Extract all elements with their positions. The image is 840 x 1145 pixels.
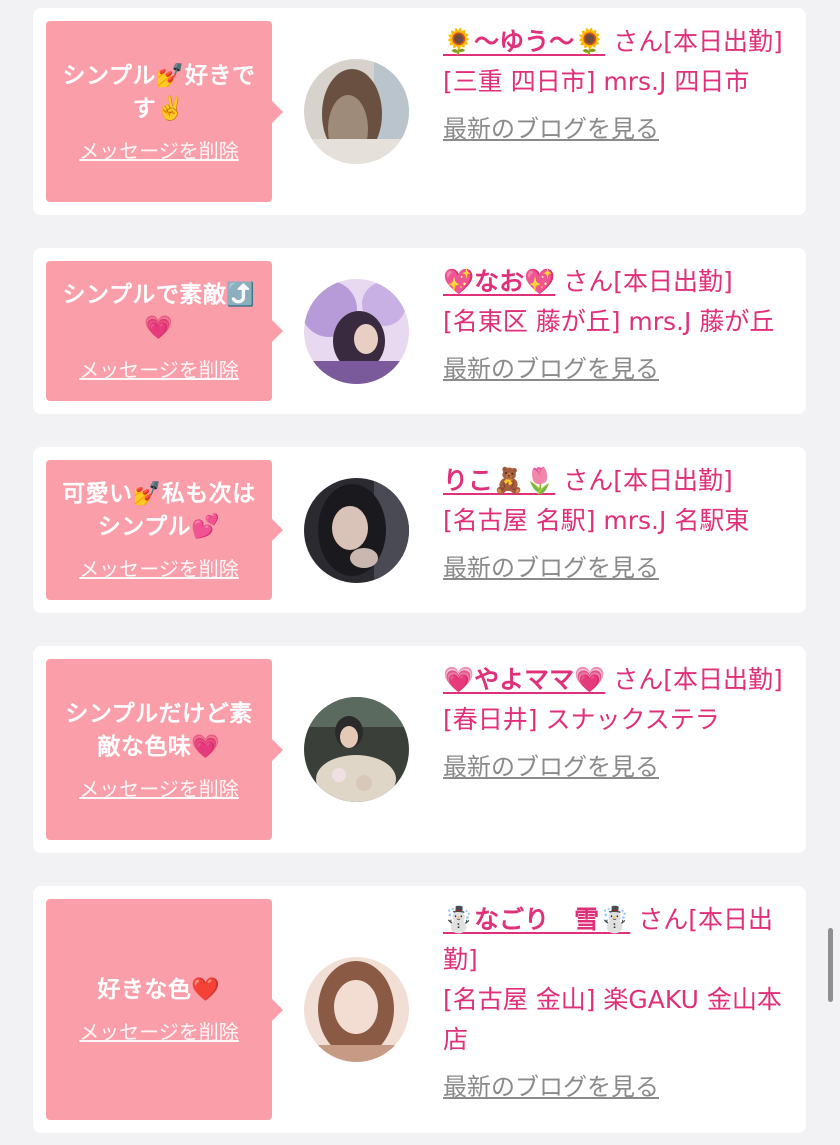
delete-message-link[interactable]: メッセージを削除 <box>79 1019 239 1045</box>
avatar[interactable] <box>304 957 409 1062</box>
delete-message-link[interactable]: メッセージを削除 <box>79 138 239 164</box>
message-card: 好きな色❤️ メッセージを削除 ☃️なごり 雪☃️ さん[本日出勤] [名古屋 … <box>33 886 806 1133</box>
sender-name-link[interactable]: 💗やよママ💗 <box>443 665 605 694</box>
sender-shop: [名古屋 金山] 楽GAKU 金山本店 <box>443 985 782 1054</box>
sender-name-link[interactable]: 🌻〜ゆう〜🌻 <box>443 27 605 56</box>
view-blog-link[interactable]: 最新のブログを見る <box>443 354 659 384</box>
message-card: シンプルで素敵⤴️💗 メッセージを削除 💖なお💖 さん[本日出勤] [名東区 藤… <box>33 248 806 414</box>
delete-message-link[interactable]: メッセージを削除 <box>79 357 239 383</box>
message-text: 好きな色❤️ <box>97 977 221 1003</box>
sender-shop: [三重 四日市] mrs.J 四日市 <box>443 67 750 96</box>
sender-shop: [春日井] スナックステラ <box>443 705 720 734</box>
sender-status: さん[本日出勤] <box>563 466 733 495</box>
sender-shop: [名古屋 名駅] mrs.J 名駅東 <box>443 506 750 535</box>
message-card: シンプル💅好きです✌️ メッセージを削除 🌻〜ゆう〜🌻 さん[本日出勤] [三重… <box>33 8 806 215</box>
message-card: 可愛い💅私も次はシンプル💕 メッセージを削除 りこ🧸🌷 さん[本日出勤] [名古… <box>33 447 806 613</box>
sender-info: ☃️なごり 雪☃️ さん[本日出勤] [名古屋 金山] 楽GAKU 金山本店 最… <box>443 900 793 1107</box>
avatar[interactable] <box>304 478 409 583</box>
message-text: シンプルだけど素敵な色味💗 <box>65 700 253 760</box>
sender-name-link[interactable]: りこ🧸🌷 <box>443 466 555 495</box>
sender-info: 💖なお💖 さん[本日出勤] [名東区 藤が丘] mrs.J 藤が丘 最新のブログ… <box>443 262 793 389</box>
view-blog-link[interactable]: 最新のブログを見る <box>443 553 659 583</box>
message-text: シンプル💅好きです✌️ <box>62 62 256 122</box>
sender-info: 💗やよママ💗 さん[本日出勤] [春日井] スナックステラ 最新のブログを見る <box>443 660 793 787</box>
message-bubble: 可愛い💅私も次はシンプル💕 メッセージを削除 <box>46 460 283 600</box>
message-text: シンプルで素敵⤴️💗 <box>62 282 256 341</box>
avatar[interactable] <box>304 279 409 384</box>
sender-status: さん[本日出勤] <box>563 267 733 296</box>
message-bubble: シンプルで素敵⤴️💗 メッセージを削除 <box>46 261 283 401</box>
view-blog-link[interactable]: 最新のブログを見る <box>443 1072 659 1102</box>
message-card: シンプルだけど素敵な色味💗 メッセージを削除 💗やよママ💗 さん[本日出勤] [… <box>33 646 806 853</box>
avatar[interactable] <box>304 697 409 802</box>
sender-status: さん[本日出勤] <box>613 27 783 56</box>
sender-status: さん[本日出勤] <box>613 665 783 694</box>
sender-shop: [名東区 藤が丘] mrs.J 藤が丘 <box>443 307 775 336</box>
message-text: 可愛い💅私も次はシンプル💕 <box>62 481 256 540</box>
sender-name-link[interactable]: ☃️なごり 雪☃️ <box>443 905 630 934</box>
sender-name-link[interactable]: 💖なお💖 <box>443 267 555 296</box>
message-bubble: 好きな色❤️ メッセージを削除 <box>46 899 283 1120</box>
message-bubble: シンプル💅好きです✌️ メッセージを削除 <box>46 21 283 202</box>
view-blog-link[interactable]: 最新のブログを見る <box>443 752 659 782</box>
view-blog-link[interactable]: 最新のブログを見る <box>443 114 659 144</box>
message-bubble: シンプルだけど素敵な色味💗 メッセージを削除 <box>46 659 283 840</box>
delete-message-link[interactable]: メッセージを削除 <box>79 776 239 802</box>
avatar[interactable] <box>304 59 409 164</box>
sender-info: 🌻〜ゆう〜🌻 さん[本日出勤] [三重 四日市] mrs.J 四日市 最新のブロ… <box>443 22 793 149</box>
sender-info: りこ🧸🌷 さん[本日出勤] [名古屋 名駅] mrs.J 名駅東 最新のブログを… <box>443 461 793 588</box>
delete-message-link[interactable]: メッセージを削除 <box>79 556 239 582</box>
scrollbar[interactable] <box>828 928 833 1002</box>
